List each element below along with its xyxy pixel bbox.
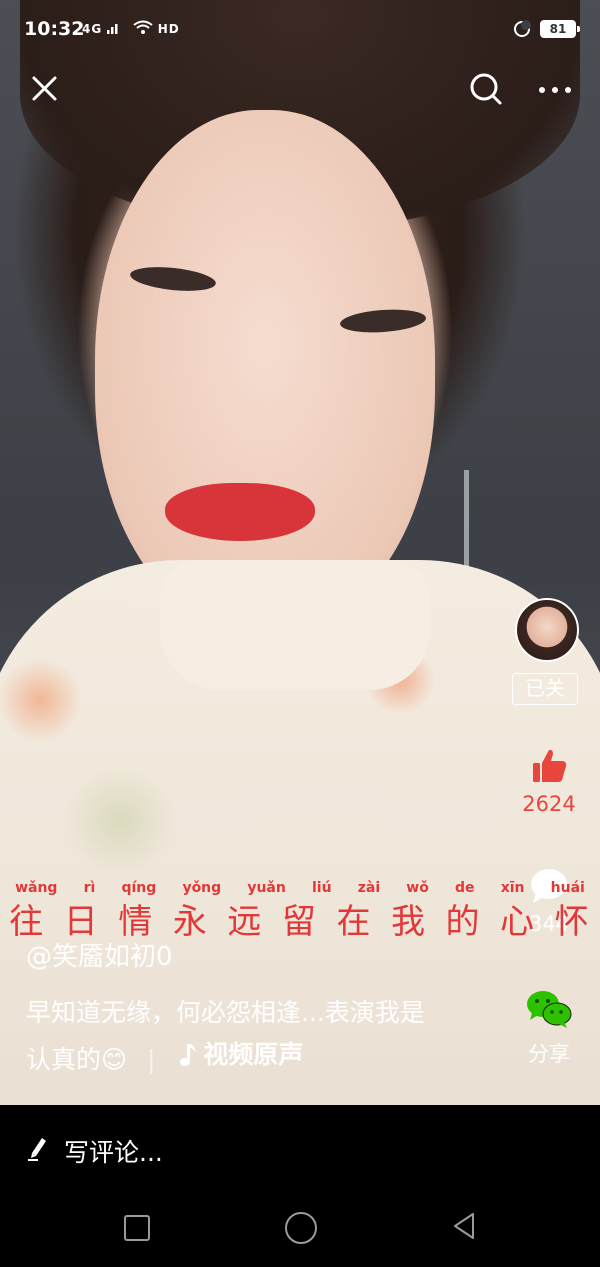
search-icon (470, 73, 502, 105)
music-link[interactable]: 视频原声 (177, 1034, 303, 1076)
battery-indicator: 81 (540, 20, 580, 38)
close-button[interactable] (20, 64, 70, 114)
hd-label: HD (157, 22, 180, 36)
wifi-icon (132, 20, 153, 34)
lyric-char: 永 (172, 902, 209, 942)
signal-icon (107, 24, 118, 34)
search-button[interactable] (460, 64, 510, 114)
system-nav-bar (0, 1193, 600, 1267)
more-dots-icon (539, 87, 571, 93)
lyric-char: 怀 (554, 902, 591, 942)
share-label: 分享 (528, 1042, 570, 1066)
home-button[interactable] (285, 1212, 317, 1244)
music-label: 视频原声 (203, 1040, 304, 1069)
back-triangle-icon[interactable] (450, 1211, 478, 1241)
follow-status-button[interactable]: 已关 (512, 673, 578, 705)
separator: | (147, 1045, 156, 1074)
close-icon (32, 76, 57, 101)
video-frame-face (95, 110, 435, 630)
status-time: 10:32 (24, 18, 85, 40)
music-note-icon (180, 1044, 196, 1066)
lyrics-overlay: wǎng rì qíng yǒng yuǎn liú zài wǒ de xīn… (0, 880, 600, 943)
like-button[interactable]: 2624 (509, 746, 589, 816)
video-frame-lips (165, 483, 315, 541)
comment-bar[interactable]: 写评论... (0, 1105, 600, 1193)
recent-apps-button[interactable] (124, 1215, 150, 1241)
do-not-disturb-icon (514, 20, 531, 37)
lyric-char: 留 (281, 902, 318, 942)
status-right-icons: 81 (514, 20, 580, 38)
comment-input[interactable]: 写评论... (64, 1133, 163, 1169)
post-description[interactable]: 早知道无缘，何必怨相逢...表演我是 认真的😊 | 视频原声 (26, 992, 496, 1081)
status-bar: 10:32 4G HD 81 (0, 0, 600, 60)
description-line-1: 早知道无缘，何必怨相逢...表演我是 (26, 998, 425, 1027)
lyric-char: 我 (390, 902, 427, 942)
lyric-char: 心 (500, 902, 537, 942)
share-wechat-button[interactable]: 分享 (509, 988, 589, 1068)
author-name[interactable]: @笑靥如初0 (26, 936, 173, 973)
like-count: 2624 (522, 792, 576, 816)
wechat-icon (527, 991, 572, 1028)
status-network-icons: 4G HD (82, 20, 180, 36)
lyric-char: 远 (227, 902, 264, 942)
more-button[interactable] (530, 64, 580, 114)
thumbs-up-icon (533, 749, 567, 782)
video-frame-collar (160, 560, 430, 690)
lyric-char: 在 (336, 902, 373, 942)
network-type: 4G (82, 22, 103, 36)
creator-avatar[interactable] (515, 598, 579, 662)
description-line-2: 认真的😊 (26, 1045, 128, 1074)
pen-icon (28, 1138, 46, 1161)
lyric-char: 的 (445, 902, 482, 942)
